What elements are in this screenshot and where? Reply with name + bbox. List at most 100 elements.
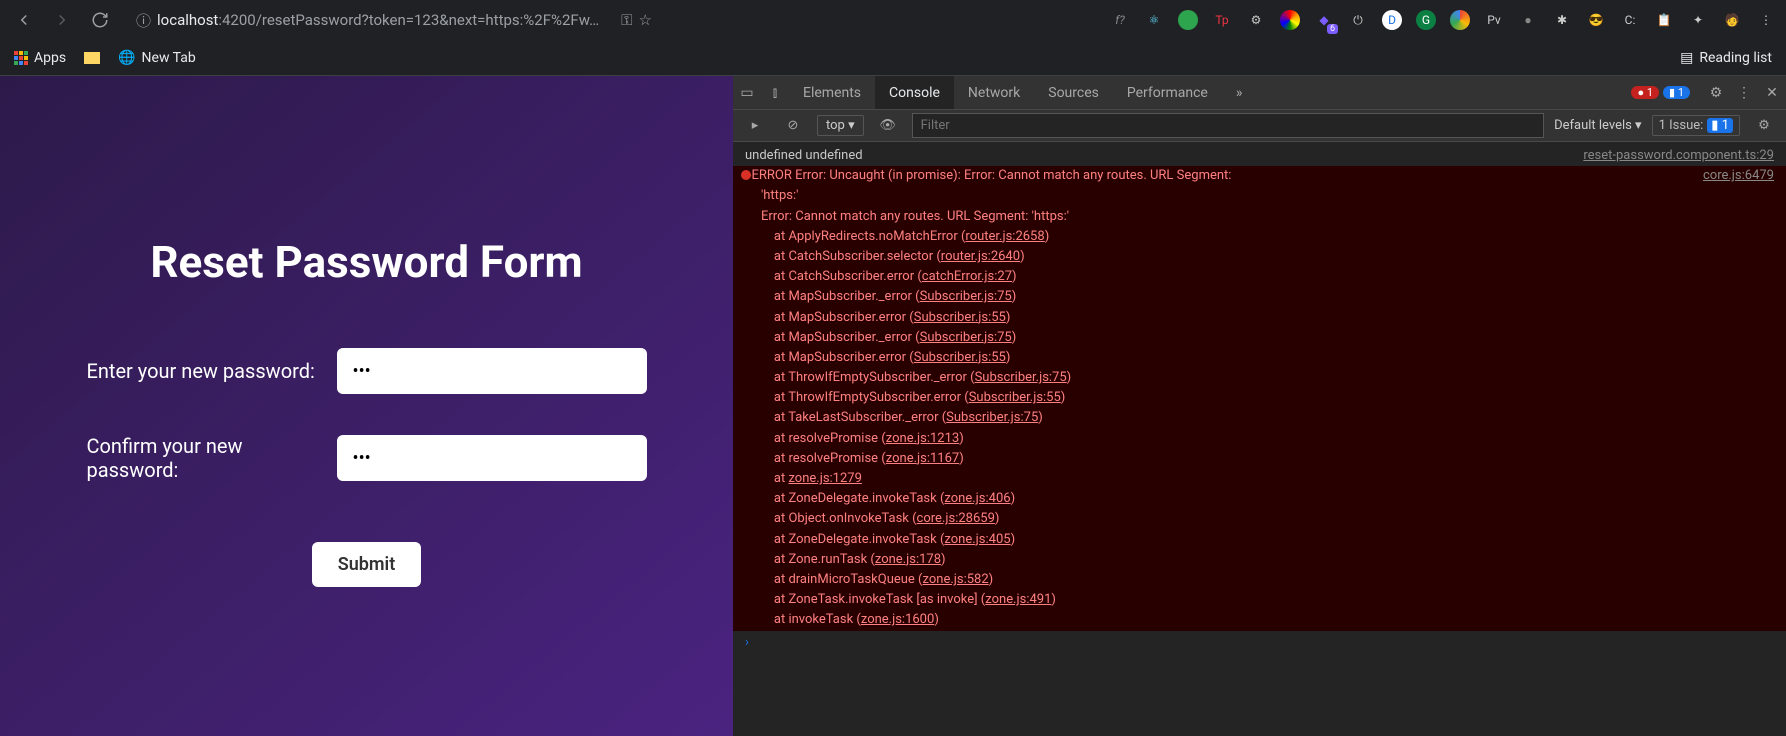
ext-icon[interactable]: D bbox=[1382, 10, 1402, 30]
info-icon: ⓘ bbox=[136, 10, 151, 31]
folder-icon bbox=[84, 52, 100, 64]
issues-button[interactable]: 1 Issue: ▮ 1 bbox=[1652, 115, 1740, 136]
ext-icon[interactable]: ✱ bbox=[1552, 10, 1572, 30]
device-icon[interactable]: ⫾ bbox=[761, 85, 789, 101]
browser-toolbar: ⓘ localhost:4200/resetPassword?token=123… bbox=[0, 0, 1786, 40]
tab-console[interactable]: Console bbox=[875, 76, 954, 109]
reading-list-button[interactable]: ▤ Reading list bbox=[1680, 50, 1772, 66]
ext-icon[interactable]: ⏻ bbox=[1348, 10, 1368, 30]
stack-line: at resolvePromise (zone.js:1167) bbox=[733, 449, 1786, 469]
stack-line: at invokeTask (zone.js:1600) bbox=[733, 610, 1786, 630]
source-link[interactable]: zone.js:1600 bbox=[861, 612, 934, 627]
extensions-icon[interactable]: ✦ bbox=[1688, 10, 1708, 30]
source-link[interactable]: router.js:2658 bbox=[965, 229, 1044, 244]
star-icon[interactable]: ☆ bbox=[639, 11, 652, 29]
source-link[interactable]: Subscriber.js:55 bbox=[914, 350, 1006, 365]
ext-icon[interactable]: ⚛ bbox=[1144, 10, 1164, 30]
ext-icon[interactable]: C: bbox=[1620, 10, 1640, 30]
source-link[interactable]: zone.js:406 bbox=[944, 491, 1010, 506]
form-row-confirm: Confirm your new password: bbox=[87, 434, 647, 482]
console-prompt[interactable]: › bbox=[733, 631, 1786, 654]
stack-line: at MapSubscriber.error (Subscriber.js:55… bbox=[733, 348, 1786, 368]
stack-line: at MapSubscriber._error (Subscriber.js:7… bbox=[733, 287, 1786, 307]
reload-button[interactable] bbox=[86, 6, 114, 34]
console-toolbar: ▸ ⊘ top ▾ 👁 Default levels ▾ 1 Issue: ▮ … bbox=[733, 110, 1786, 142]
stack-line: at TakeLastSubscriber._error (Subscriber… bbox=[733, 408, 1786, 428]
ext-icon[interactable]: f? bbox=[1110, 10, 1130, 30]
source-link[interactable]: Subscriber.js:55 bbox=[914, 310, 1006, 325]
source-link[interactable]: reset-password.component.ts:29 bbox=[1583, 147, 1774, 165]
stack-line: at MapSubscriber.error (Subscriber.js:55… bbox=[733, 308, 1786, 328]
ext-icon[interactable] bbox=[1178, 10, 1198, 30]
ext-icon[interactable]: Pv bbox=[1484, 10, 1504, 30]
source-link[interactable]: zone.js:1279 bbox=[788, 471, 861, 486]
tab-network[interactable]: Network bbox=[954, 76, 1034, 109]
back-button[interactable] bbox=[10, 6, 38, 34]
key-icon[interactable]: ⚿ bbox=[621, 11, 632, 29]
levels-selector[interactable]: Default levels ▾ bbox=[1554, 118, 1642, 133]
tabs-more[interactable]: » bbox=[1222, 76, 1257, 109]
globe-icon: 🌐 bbox=[118, 50, 135, 66]
ext-icon[interactable]: Tp bbox=[1212, 10, 1232, 30]
ext-icon[interactable]: 😎 bbox=[1586, 10, 1606, 30]
stack-line: at ThrowIfEmptySubscriber._error (Subscr… bbox=[733, 368, 1786, 388]
ext-icon[interactable] bbox=[1280, 10, 1300, 30]
address-bar[interactable]: ⓘ localhost:4200/resetPassword?token=123… bbox=[124, 5, 664, 35]
source-link[interactable]: catchError.js:27 bbox=[922, 269, 1012, 284]
source-link[interactable]: zone.js:582 bbox=[923, 572, 989, 587]
ext-icon[interactable]: ⚙ bbox=[1246, 10, 1266, 30]
console-settings-icon[interactable]: ⚙ bbox=[1750, 118, 1778, 133]
source-link[interactable]: Subscriber.js:55 bbox=[969, 390, 1061, 405]
ext-icon[interactable] bbox=[1450, 10, 1470, 30]
source-link[interactable]: core.js:28659 bbox=[917, 511, 995, 526]
source-link[interactable]: Subscriber.js:75 bbox=[920, 289, 1012, 304]
clear-icon[interactable]: ⊘ bbox=[779, 118, 807, 133]
source-link[interactable]: zone.js:178 bbox=[875, 552, 941, 567]
avatar-icon[interactable]: 🧑 bbox=[1722, 10, 1742, 30]
devtools-tabs: ▭ ⫾ Elements Console Network Sources Per… bbox=[733, 76, 1786, 110]
apps-icon bbox=[14, 51, 28, 65]
submit-button[interactable]: Submit bbox=[312, 542, 422, 587]
source-link[interactable]: zone.js:405 bbox=[944, 532, 1010, 547]
settings-icon[interactable]: ⚙ bbox=[1702, 85, 1730, 101]
console-log[interactable]: undefined undefined reset-password.compo… bbox=[733, 142, 1786, 736]
ext-icon[interactable]: G bbox=[1416, 10, 1436, 30]
bookmark-newtab[interactable]: 🌐 New Tab bbox=[118, 50, 196, 66]
forward-button[interactable] bbox=[48, 6, 76, 34]
source-link[interactable]: Subscriber.js:75 bbox=[975, 370, 1067, 385]
menu-icon[interactable]: ⋮ bbox=[1756, 10, 1776, 30]
close-icon[interactable]: ✕ bbox=[1758, 85, 1786, 101]
source-link[interactable]: zone.js:491 bbox=[985, 592, 1051, 607]
ext-icon[interactable]: ● bbox=[1518, 10, 1538, 30]
source-link[interactable]: zone.js:1213 bbox=[886, 431, 959, 446]
log-line: undefined undefined reset-password.compo… bbox=[733, 146, 1786, 166]
error-count-badge[interactable]: ● 1 bbox=[1631, 86, 1659, 99]
source-link[interactable]: router.js:2640 bbox=[941, 249, 1020, 264]
reading-list-label: Reading list bbox=[1699, 50, 1772, 66]
tab-performance[interactable]: Performance bbox=[1113, 76, 1222, 109]
more-icon[interactable]: ⋮ bbox=[1730, 85, 1758, 101]
inspect-icon[interactable]: ▭ bbox=[733, 85, 761, 101]
source-link[interactable]: core.js:6479 bbox=[1703, 167, 1774, 185]
source-link[interactable]: Subscriber.js:75 bbox=[946, 410, 1038, 425]
password-input[interactable] bbox=[337, 348, 647, 394]
msg-count-badge[interactable]: ▮ 1 bbox=[1663, 86, 1690, 99]
ext-icon[interactable]: 📋 bbox=[1654, 10, 1674, 30]
list-icon: ▤ bbox=[1680, 50, 1693, 66]
bookmark-label: New Tab bbox=[142, 50, 196, 66]
bookmark-folder[interactable] bbox=[84, 52, 100, 64]
filter-input[interactable] bbox=[912, 113, 1544, 138]
context-selector[interactable]: top ▾ bbox=[817, 115, 864, 136]
stack-line: at CatchSubscriber.error (catchError.js:… bbox=[733, 267, 1786, 287]
confirm-password-input[interactable] bbox=[337, 435, 647, 481]
ext-icon[interactable]: ◆6 bbox=[1314, 10, 1334, 30]
apps-button[interactable]: Apps bbox=[14, 50, 66, 66]
eye-icon[interactable]: 👁 bbox=[874, 118, 902, 133]
tab-sources[interactable]: Sources bbox=[1034, 76, 1113, 109]
page-title: Reset Password Form bbox=[150, 236, 582, 288]
source-link[interactable]: zone.js:1167 bbox=[886, 451, 959, 466]
devtools-panel: ▭ ⫾ Elements Console Network Sources Per… bbox=[733, 76, 1786, 736]
tab-elements[interactable]: Elements bbox=[789, 76, 875, 109]
sidebar-toggle-icon[interactable]: ▸ bbox=[741, 118, 769, 133]
source-link[interactable]: Subscriber.js:75 bbox=[920, 330, 1012, 345]
